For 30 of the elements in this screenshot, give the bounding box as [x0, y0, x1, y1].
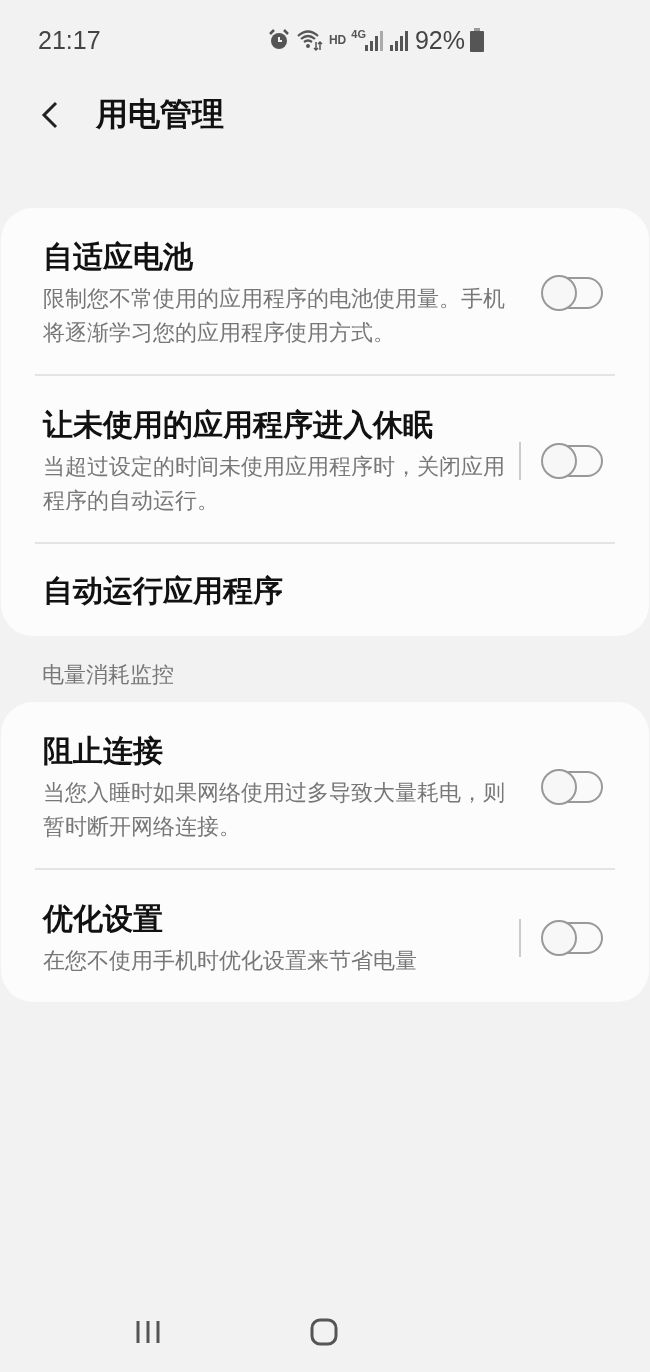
setting-row[interactable]: 阻止连接 当您入睡时如果网络使用过多导致大量耗电，则暂时断开网络连接。 [1, 702, 649, 868]
setting-title: 优化设置 [43, 900, 164, 938]
setting-description: 限制您不常使用的应用程序的电池使用量。手机将逐渐学习您的应用程序使用方式。 [43, 285, 505, 347]
setting-description: 当您入睡时如果网络使用过多导致大量耗电，则暂时断开网络连接。 [43, 779, 505, 841]
toggle-switch[interactable] [543, 277, 603, 309]
battery-icon [470, 28, 484, 52]
setting-row[interactable]: 自适应电池 限制您不常使用的应用程序的电池使用量。手机将逐渐学习您的应用程序使用方式。 [1, 208, 649, 374]
network-type-label: 4G [351, 28, 366, 40]
clock-time: 21:17 [38, 25, 101, 55]
setting-title: 自适应电池 [43, 238, 194, 276]
setting-description: 当超过设定的时间未使用应用程序时，关闭应用程序的自动运行。 [43, 453, 505, 515]
toggle-switch[interactable] [543, 922, 603, 954]
setting-description: 在您不使用手机时优化设置来节省电量 [43, 947, 418, 975]
setting-row[interactable]: 让未使用的应用程序进入休眠 当超过设定的时间未使用应用程序时，关闭应用程序的自动运行。 [1, 376, 649, 542]
setting-row[interactable]: 自动运行应用程序 [1, 544, 649, 636]
battery-percent: 92% [414, 25, 465, 55]
setting-title: 阻止连接 [43, 732, 164, 770]
setting-row[interactable]: 优化设置 在您不使用手机时优化设置来节省电量 [1, 870, 649, 1002]
hd-label: HD [328, 33, 347, 47]
wifi-icon [295, 28, 324, 52]
home-icon[interactable] [310, 1318, 338, 1346]
setting-title: 自动运行应用程序 [43, 572, 283, 610]
recent-apps-icon[interactable] [134, 1319, 161, 1345]
toggle-switch[interactable] [543, 771, 603, 803]
signal-icon [389, 29, 410, 51]
signal-icon [364, 29, 385, 51]
page-title: 用电管理 [96, 94, 224, 135]
section-heading: 电量消耗监控 [41, 661, 175, 689]
toggle-switch[interactable] [543, 445, 603, 477]
setting-title: 让未使用的应用程序进入休眠 [43, 406, 434, 444]
